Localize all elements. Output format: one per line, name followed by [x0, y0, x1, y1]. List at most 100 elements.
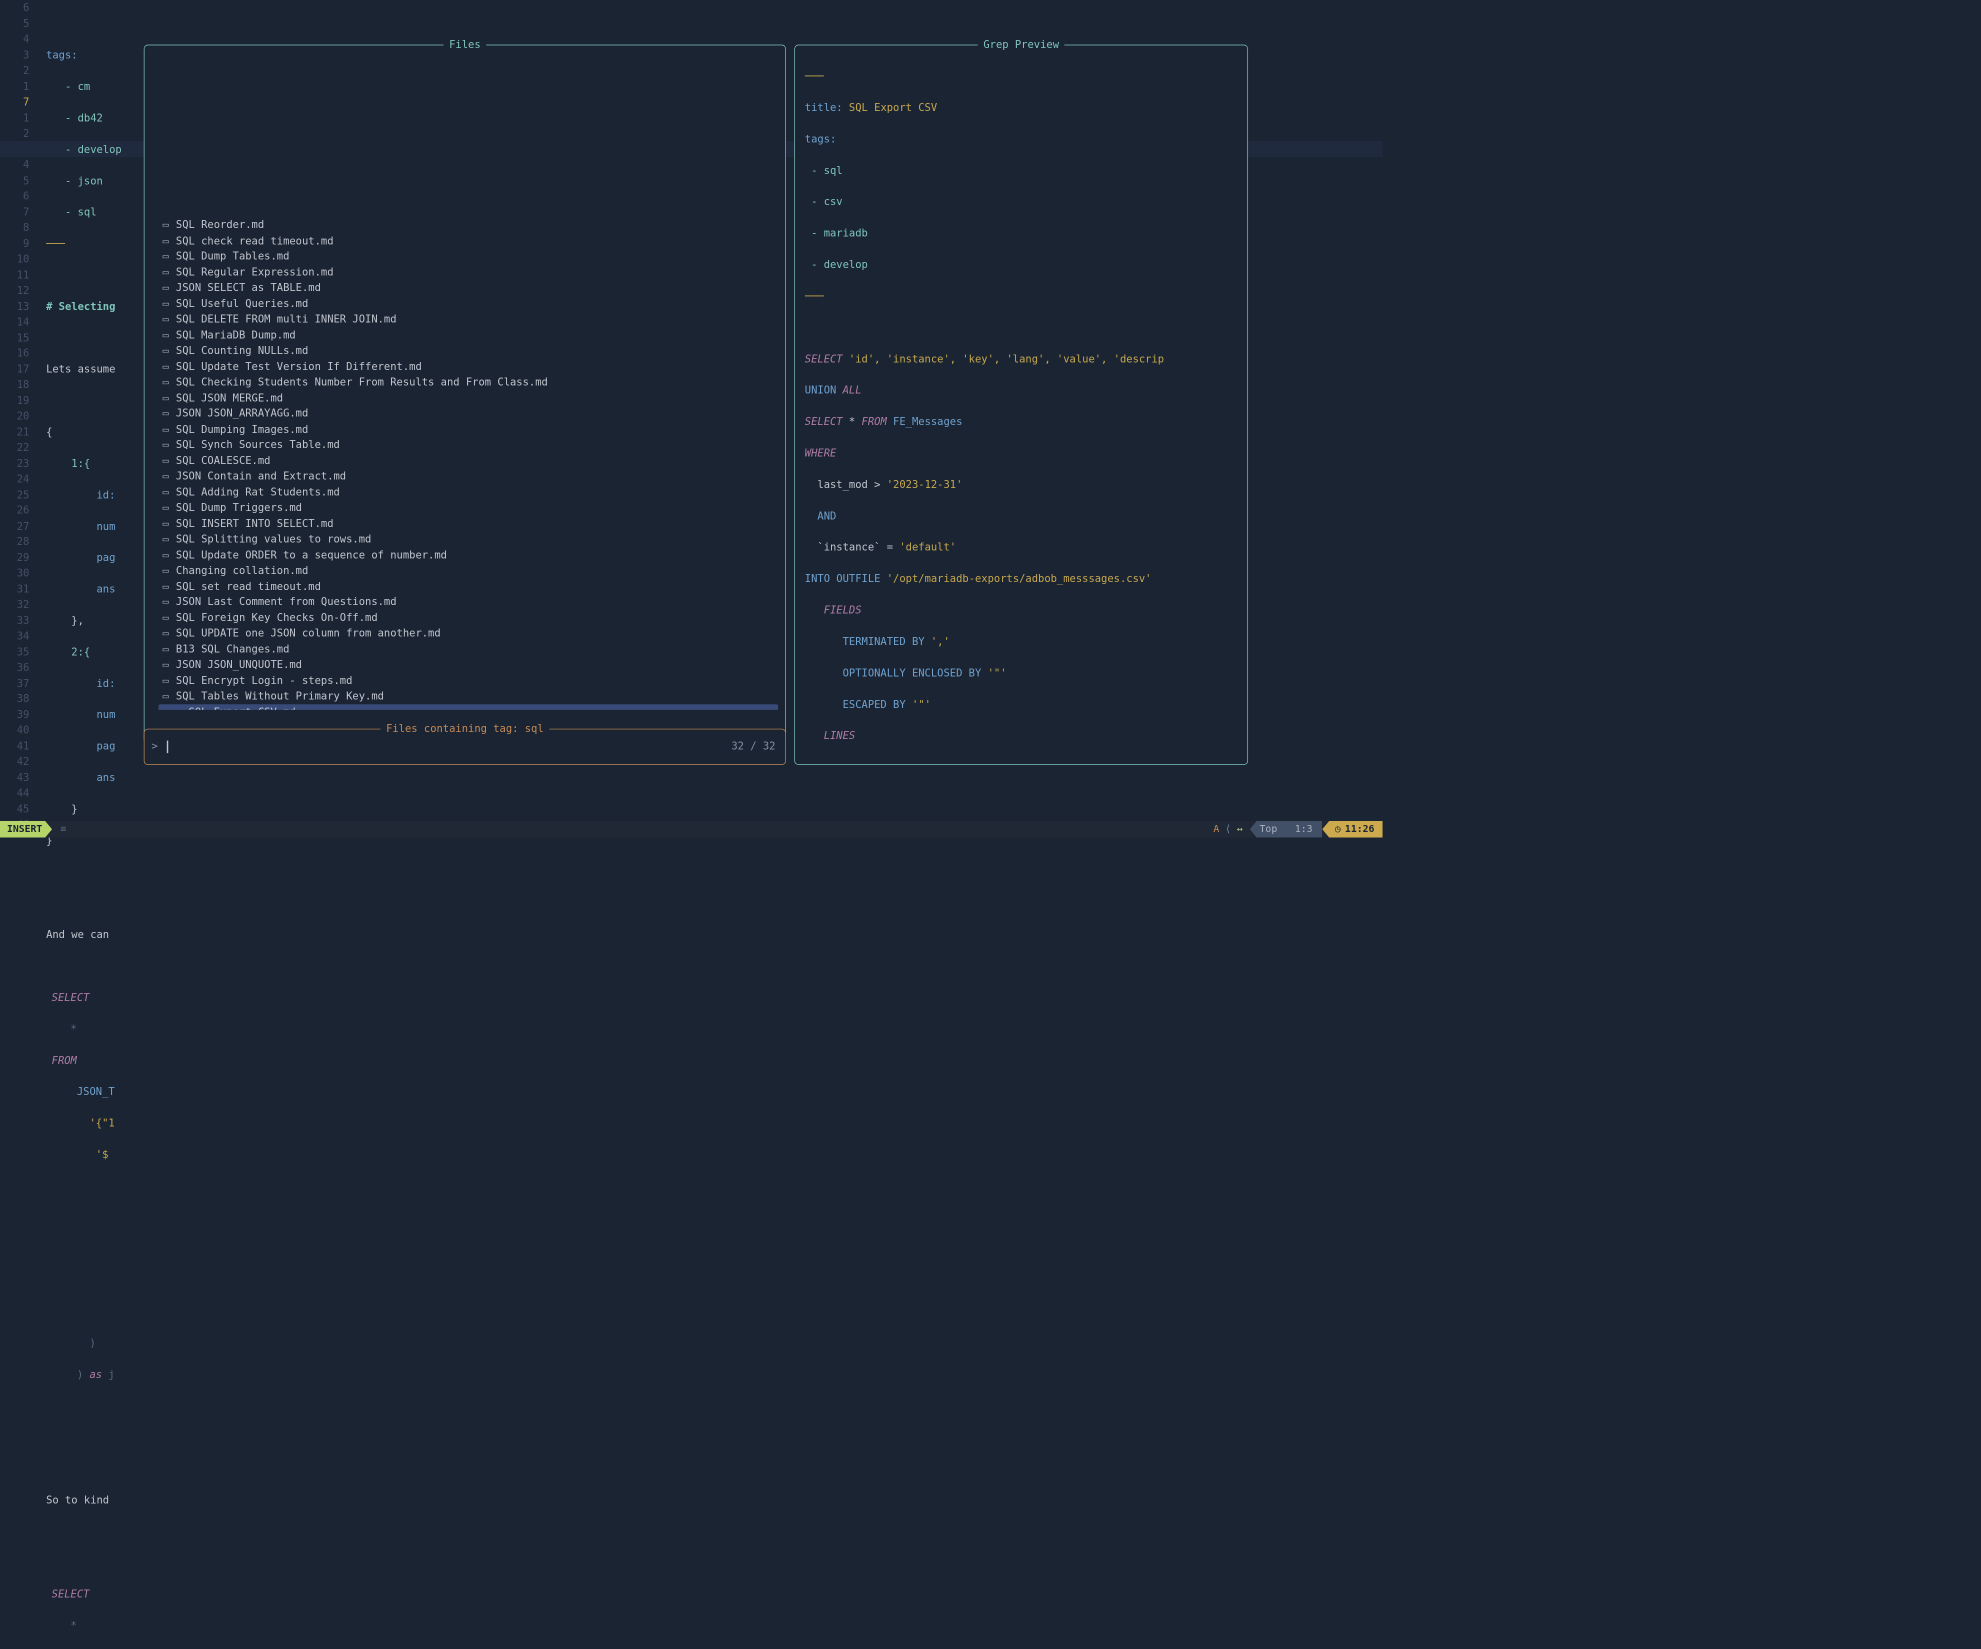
file-item[interactable]: ▭JSON Contain and Extract.md — [158, 468, 778, 484]
file-item-label: SQL check read timeout.md — [176, 234, 334, 247]
file-item-label: SQL Regular Expression.md — [176, 266, 334, 279]
code-line: ) as j — [52, 1368, 115, 1381]
files-panel-title: Files — [444, 37, 487, 53]
line-number: 6 — [0, 188, 29, 204]
file-item-label: SQL Encrypt Login - steps.md — [176, 674, 353, 687]
line-number: 44 — [0, 785, 29, 801]
file-item-label: SQL Foreign Key Checks On-Off.md — [176, 611, 378, 624]
file-item[interactable]: ▭SQL INSERT INTO SELECT.md — [158, 515, 778, 531]
code-line: * — [52, 1619, 77, 1632]
files-list[interactable]: ▭SQL Reorder.md▭SQL check read timeout.m… — [158, 217, 778, 710]
sql-keyword: SELECT — [52, 991, 90, 1004]
line-number: 5 — [0, 16, 29, 32]
file-item-label: SQL COALESCE.md — [176, 454, 271, 467]
line-number: 36 — [0, 660, 29, 676]
text-cursor — [167, 740, 168, 753]
sql-text: `instance` = — [805, 541, 900, 554]
preview-content[interactable]: ─── title: SQL Export CSV tags: - sql - … — [805, 52, 1241, 757]
file-item[interactable]: ▭SQL Synch Sources Table.md — [158, 437, 778, 453]
file-item[interactable]: ▭SQL Splitting values to rows.md — [158, 531, 778, 547]
file-item-label: JSON JSON_ARRAYAGG.md — [176, 407, 308, 420]
file-item[interactable]: ▭SQL Regular Expression.md — [158, 264, 778, 280]
file-item[interactable]: ▭SQL Reorder.md — [158, 217, 778, 233]
file-item-label: SQL UPDATE one JSON column from another.… — [176, 627, 441, 640]
file-item[interactable]: ▭JSON SELECT as TABLE.md — [158, 280, 778, 296]
file-item[interactable]: ▭SQL set read timeout.md — [158, 578, 778, 594]
file-item[interactable]: ▭SQL check read timeout.md — [158, 233, 778, 249]
file-item-label: SQL Dump Triggers.md — [176, 501, 302, 514]
markdown-file-icon: ▭ — [163, 533, 169, 546]
line-number: 22 — [0, 440, 29, 456]
sql-keyword: LINES — [805, 729, 855, 742]
file-item-label: SQL Dump Tables.md — [176, 250, 289, 263]
picker-prompt[interactable]: > — [151, 738, 168, 754]
file-item[interactable]: ▭B13 SQL Changes.md — [158, 641, 778, 657]
line-number: 28 — [0, 534, 29, 550]
file-item[interactable]: ▭ SQL Export CSV.md — [158, 704, 778, 710]
file-item[interactable]: ▭SQL Dumping Images.md — [158, 421, 778, 437]
line-number: 25 — [0, 487, 29, 503]
line-number: 43 — [0, 770, 29, 786]
file-item[interactable]: ▭SQL Tables Without Primary Key.md — [158, 688, 778, 704]
file-item-label: SQL Export CSV.md — [189, 705, 296, 710]
picker-input-panel[interactable]: Files containing tag: sql > 32 / 32 — [144, 729, 786, 765]
file-item[interactable]: ▭Changing collation.md — [158, 563, 778, 579]
line-number: 18 — [0, 377, 29, 393]
file-item-label: SQL Update ORDER to a sequence of number… — [176, 548, 447, 561]
line-number: 33 — [0, 612, 29, 628]
file-item-label: SQL Dumping Images.md — [176, 423, 308, 436]
file-item[interactable]: ▭SQL Update Test Version If Different.md — [158, 358, 778, 374]
code-line: 1:{ — [46, 457, 90, 470]
file-item[interactable]: ▭SQL Adding Rat Students.md — [158, 484, 778, 500]
code-line: JSON_T — [52, 1085, 115, 1098]
markdown-file-icon: ▭ — [163, 344, 169, 357]
file-item[interactable]: ▭JSON Last Comment from Questions.md — [158, 594, 778, 610]
sql-keyword: SELECT — [805, 415, 843, 428]
line-number: 26 — [0, 503, 29, 519]
markdown-file-icon: ▭ — [175, 705, 181, 710]
markdown-file-icon: ▭ — [163, 313, 169, 326]
code-line: '$ — [52, 1148, 109, 1161]
frontmatter-rule: ─── — [805, 69, 824, 82]
file-item[interactable]: ▭SQL Counting NULLs.md — [158, 343, 778, 359]
file-item[interactable]: ▭SQL UPDATE one JSON column from another… — [158, 625, 778, 641]
sql-string: '/opt/mariadb-exports/adbob_messsages.cs… — [887, 572, 1152, 585]
file-item-label: SQL MariaDB Dump.md — [176, 328, 296, 341]
code-line: 2:{ — [46, 645, 90, 658]
markdown-file-icon: ▭ — [163, 517, 169, 530]
file-item[interactable]: ▭ SQL Dump Tables.md — [158, 248, 778, 264]
markdown-file-icon: ▭ — [163, 250, 169, 263]
file-item[interactable]: ▭SQL Useful Queries.md — [158, 296, 778, 312]
sql-text: * — [843, 415, 862, 428]
sql-string: '2023-12-31' — [887, 478, 963, 491]
code-line: * — [52, 1022, 77, 1035]
file-item[interactable]: ▭SQL Foreign Key Checks On-Off.md — [158, 610, 778, 626]
file-item[interactable]: ▭SQL JSON MERGE.md — [158, 390, 778, 406]
markdown-file-icon: ▭ — [163, 328, 169, 341]
clock: ◷11:26 — [1322, 821, 1382, 838]
file-item[interactable]: ▭SQL Dump Triggers.md — [158, 500, 778, 516]
file-item-label: SQL JSON MERGE.md — [176, 391, 283, 404]
file-item[interactable]: ▭SQL Update ORDER to a sequence of numbe… — [158, 547, 778, 563]
file-item-label: JSON JSON_UNQUOTE.md — [176, 658, 302, 671]
sql-keyword: SELECT — [52, 1588, 90, 1601]
file-item[interactable]: ▭JSON JSON_UNQUOTE.md — [158, 657, 778, 673]
markdown-file-icon: ▭ — [163, 470, 169, 483]
cursor-position: Top 1:3 — [1250, 821, 1323, 838]
file-item-label: SQL Adding Rat Students.md — [176, 485, 340, 498]
markdown-file-icon: ▭ — [163, 281, 169, 294]
file-item[interactable]: ▭SQL DELETE FROM multi INNER JOIN.md — [158, 311, 778, 327]
sql-string: 'default' — [899, 541, 956, 554]
line-number: 3 — [0, 47, 29, 63]
mode-indicator: INSERT — [0, 821, 52, 838]
statusbar-file-icon: ≡ — [52, 822, 1206, 837]
file-item[interactable]: ▭ SQL MariaDB Dump.md — [158, 327, 778, 343]
text-line: And we can — [46, 928, 115, 941]
code-line: '{"1 — [52, 1116, 115, 1129]
line-number: 20 — [0, 408, 29, 424]
sql-keyword: FIELDS — [805, 603, 862, 616]
file-item[interactable]: ▭JSON JSON_ARRAYAGG.md — [158, 406, 778, 422]
file-item[interactable]: ▭SQL Encrypt Login - steps.md — [158, 673, 778, 689]
file-item[interactable]: ▭SQL COALESCE.md — [158, 453, 778, 469]
file-item[interactable]: ▭SQL Checking Students Number From Resul… — [158, 374, 778, 390]
